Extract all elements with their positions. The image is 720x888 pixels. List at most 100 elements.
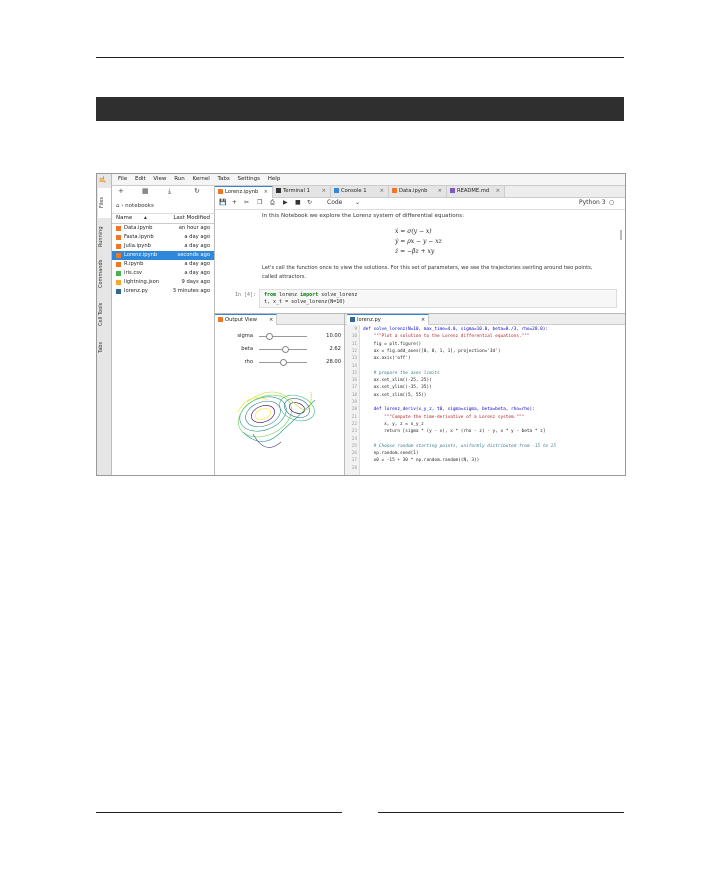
sort-caret-icon[interactable]: ▴ [144, 215, 147, 221]
menu-run[interactable]: Run [174, 174, 185, 185]
code-line[interactable]: # Choose random starting points, uniform… [363, 444, 556, 449]
markdown-intro: In this Notebook we explore the Lorenz s… [262, 213, 464, 219]
file-row[interactable]: Data.ipynb an hour ago [112, 224, 214, 233]
tab-data-ipynb[interactable]: Data.ipynb × [389, 186, 447, 197]
notebook-panel: In this Notebook we explore the Lorenz s… [215, 210, 625, 312]
paste-icon[interactable]: ⎙ [270, 199, 275, 207]
chevron-down-icon[interactable]: ⌄ [355, 199, 360, 206]
close-icon[interactable]: × [269, 317, 273, 323]
code-line[interactable]: ax.set_zlim((5, 55)) [363, 393, 427, 398]
cut-icon[interactable]: ✂ [244, 199, 249, 206]
jupyterlab-screenshot: JL Files Running Commands Cell Tools Tab… [96, 173, 626, 476]
save-icon[interactable]: 💾 [219, 199, 226, 206]
cell-type-select[interactable]: Code [327, 199, 342, 206]
menu-tabs[interactable]: Tabs [218, 174, 230, 185]
slider-value: 2.62 [329, 346, 341, 352]
line-number: 25 [351, 443, 357, 449]
notebook-scrollbar[interactable] [620, 230, 622, 240]
slider-handle[interactable] [265, 333, 273, 340]
close-icon[interactable]: × [421, 317, 425, 323]
document-tab-bar: Lorenz.ipynb × Terminal 1 × Console 1 × Data.i… [215, 186, 625, 198]
new-launcher-icon[interactable]: + [118, 187, 124, 195]
run-icon[interactable]: ▶ [283, 199, 288, 206]
copy-icon[interactable]: ❐ [257, 199, 262, 206]
menu-view[interactable]: View [153, 174, 166, 185]
tab-output-view[interactable]: Output View × [215, 314, 278, 325]
code-line[interactable]: ax.set_xlim((-25, 25)) [363, 378, 432, 383]
restart-icon[interactable]: ↻ [307, 199, 312, 206]
line-number: 11 [351, 341, 357, 347]
menu-kernel[interactable]: Kernel [192, 174, 209, 185]
file-row[interactable]: lightning.json 9 days ago [112, 278, 214, 287]
close-icon[interactable]: × [264, 187, 268, 198]
top-rule [96, 57, 624, 58]
code-line[interactable]: np.random.seed(1) [363, 451, 419, 456]
upload-icon[interactable]: ⤓ [168, 187, 171, 196]
column-name[interactable]: Name [116, 215, 132, 221]
console-icon [334, 188, 339, 193]
code-line[interactable]: fig = plt.figure() [363, 342, 422, 347]
code-line[interactable]: """Compute the time-derivative of a Lore… [363, 415, 524, 420]
stop-icon[interactable]: ■ [295, 199, 301, 206]
code-line[interactable]: x, y, z = x_y_z [363, 422, 424, 427]
breadcrumb[interactable]: ⌂ › notebooks [116, 203, 154, 209]
new-folder-icon[interactable]: ▦ [142, 187, 149, 195]
output-view-icon [218, 317, 223, 322]
file-name: Lorenz.ipynb [124, 252, 158, 258]
slider-label: sigma [237, 333, 253, 339]
code-line[interactable]: ax = fig.add_axes([0, 0, 1, 1], projecti… [363, 349, 501, 354]
close-icon[interactable]: × [380, 186, 384, 197]
sidebar-tab-cell-tools[interactable]: Cell Tools [98, 296, 110, 332]
line-number: 22 [351, 421, 357, 427]
code-line[interactable]: """Plot a solution to the Lorenz differe… [363, 334, 530, 339]
code-line[interactable]: ax.axis('off') [363, 356, 411, 361]
line-number: 20 [351, 407, 357, 413]
slider-handle[interactable] [280, 359, 287, 366]
tab-readme-md[interactable]: README.md × [447, 186, 505, 197]
file-row[interactable]: iris.csv a day ago [112, 269, 214, 278]
sidebar-tab-commands[interactable]: Commands [98, 254, 110, 294]
file-list-header: Name ▴ Last Modified [112, 213, 214, 224]
file-row[interactable]: Lorenz.ipynb seconds ago [112, 251, 214, 260]
slider-handle[interactable] [282, 346, 290, 353]
sidebar-tab-running[interactable]: Running [98, 222, 110, 252]
line-number: 10 [351, 334, 357, 340]
code-line[interactable]: def lorenz_deriv(x_y_z, t0, sigma=sigma,… [363, 407, 535, 412]
close-icon[interactable]: × [322, 186, 326, 197]
file-modified: 3 minutes ago [172, 288, 210, 294]
code-line-1: from lorenz import solve_lorenz [264, 292, 358, 298]
code-cell[interactable]: from lorenz import solve_lorenz t, x_t =… [259, 289, 617, 308]
menu-edit[interactable]: Edit [135, 174, 146, 185]
file-name: iris.csv [124, 270, 142, 276]
tab-lorenz-py[interactable]: lorenz.py × [347, 314, 430, 325]
tab-console-1[interactable]: Console 1 × [331, 186, 389, 197]
tab-terminal-1[interactable]: Terminal 1 × [273, 186, 331, 197]
refresh-icon[interactable]: ↻ [194, 187, 200, 195]
sidebar-tab-tabs[interactable]: Tabs [98, 336, 110, 358]
code-line[interactable]: return [sigma * (y - x), x * (rho - z) -… [363, 429, 545, 434]
file-row[interactable]: R.ipynb a day ago [112, 260, 214, 269]
menu-settings[interactable]: Settings [237, 174, 260, 185]
close-icon[interactable]: × [438, 186, 442, 197]
code-line[interactable]: ax.set_ylim((-35, 35)) [363, 385, 432, 390]
line-number: 23 [351, 429, 357, 435]
file-modified: a day ago [184, 261, 210, 267]
column-last-modified[interactable]: Last Modified [173, 215, 210, 221]
file-name: Julia.ipynb [124, 243, 151, 249]
kernel-name[interactable]: Python 3 [579, 199, 606, 206]
file-row[interactable]: Julia.ipynb a day ago [112, 242, 214, 251]
tab-lorenz-ipynb[interactable]: Lorenz.ipynb × [215, 186, 273, 198]
file-row[interactable]: lorenz.py 3 minutes ago [112, 287, 214, 296]
sidebar-tab-files[interactable]: Files [98, 188, 111, 218]
code-line[interactable]: # prepare the axes limits [363, 371, 440, 376]
line-number: 19 [351, 400, 357, 405]
close-icon[interactable]: × [496, 186, 500, 197]
code-line[interactable]: def solve_lorenz(N=10, max_time=4.0, sig… [363, 327, 548, 332]
add-cell-icon[interactable]: + [232, 199, 237, 206]
file-row[interactable]: Fasta.ipynb a day ago [112, 233, 214, 242]
menu-file[interactable]: File [118, 174, 127, 185]
file-name: lightning.json [124, 279, 160, 285]
code-line[interactable]: x0 = -15 + 30 * np.random.random((N, 3)) [363, 458, 480, 463]
menu-help[interactable]: Help [268, 174, 281, 185]
file-modified: a day ago [184, 270, 210, 276]
